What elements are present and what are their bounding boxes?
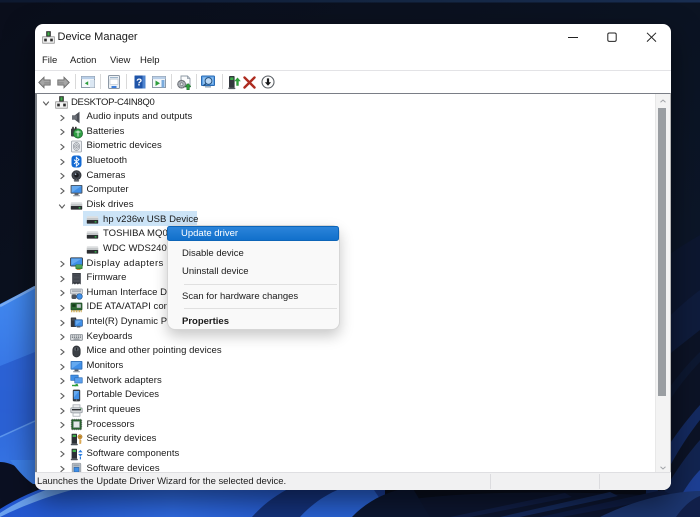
svg-text:?: ? xyxy=(136,78,142,89)
